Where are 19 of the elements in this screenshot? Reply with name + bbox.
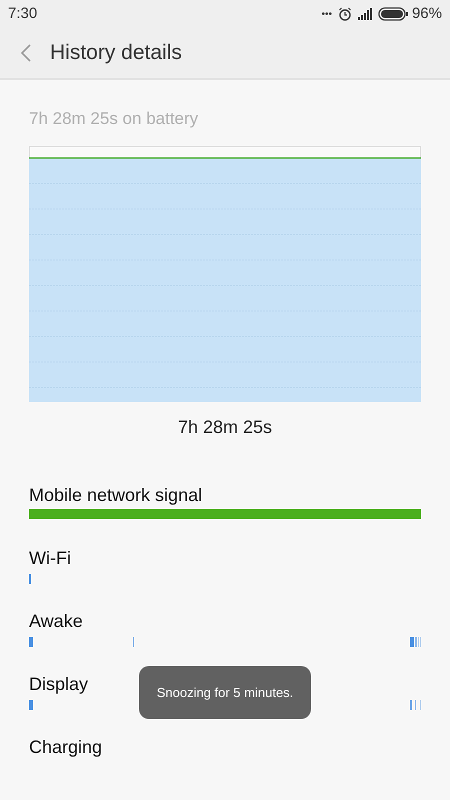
activity-mark [133, 637, 134, 647]
track-label: Charging [29, 736, 102, 759]
activity-mark [29, 700, 33, 710]
track-label: Mobile network signal [29, 484, 202, 507]
battery-percent: 96% [412, 4, 442, 24]
page-title: History details [50, 40, 182, 66]
alarm-icon [338, 7, 352, 21]
activity-mark [29, 574, 31, 584]
track-label: Wi-Fi [29, 547, 71, 570]
track-label: Awake [29, 610, 83, 633]
clock: 7:30 [8, 4, 38, 24]
overflow-dots: ••• [321, 8, 332, 22]
activity-mark [29, 637, 33, 647]
toast: Snoozing for 5 minutes. [139, 666, 311, 719]
chart-duration: 7h 28m 25s [176, 416, 274, 438]
track-label: Display [29, 673, 88, 696]
battery-icon [378, 7, 408, 21]
battery-summary: 7h 28m 25s on battery [29, 108, 200, 130]
signal-icon [358, 8, 372, 20]
